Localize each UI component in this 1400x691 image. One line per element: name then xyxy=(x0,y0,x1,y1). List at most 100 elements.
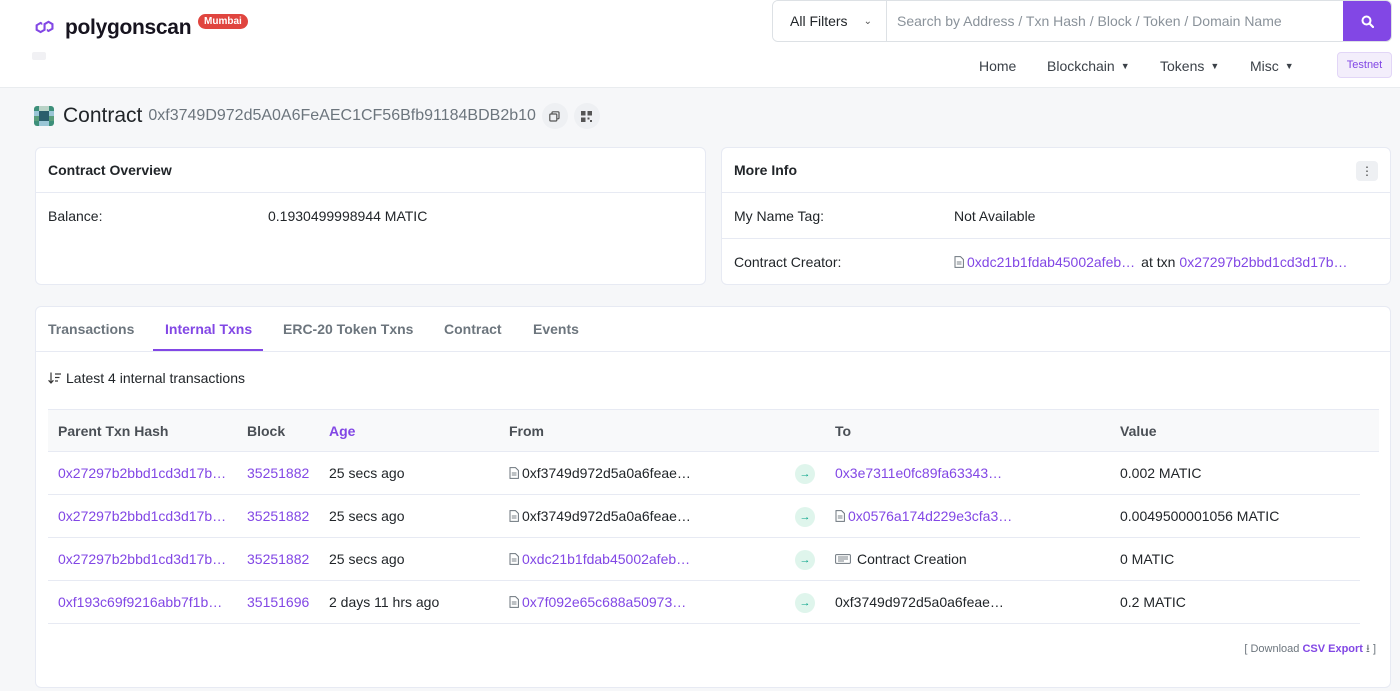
value-cell: 0 MATIC xyxy=(1120,551,1175,567)
contract-doc-icon xyxy=(509,553,519,565)
chevron-down-icon: ⌄ xyxy=(863,15,872,27)
tab-events[interactable]: Events xyxy=(533,321,579,337)
search-input[interactable] xyxy=(887,1,1343,41)
parent-txn-hash-link[interactable]: 0x27297b2bbd1cd3d17b… xyxy=(58,551,226,567)
chevron-down-icon: ▼ xyxy=(1284,61,1294,71)
name-tag-row: My Name Tag: Not Available xyxy=(722,193,1390,239)
nav-misc-label: Misc xyxy=(1250,58,1279,74)
tab-erc20-token-txns[interactable]: ERC-20 Token Txns xyxy=(283,321,413,337)
col-parent-txn-hash: Parent Txn Hash xyxy=(58,423,169,439)
polygon-logo-icon xyxy=(35,20,54,34)
tab-internal-txns[interactable]: Internal Txns xyxy=(165,321,252,337)
brand-logo[interactable]: polygonscan xyxy=(34,14,192,42)
contract-address: 0xf3749D972d5A0A6FeAEC1CF56Bfb91184BDB2b… xyxy=(148,107,536,124)
block-link[interactable]: 35251882 xyxy=(247,508,309,524)
contract-doc-icon xyxy=(509,510,519,522)
from-address: 0xf3749d972d5a0a6feae… xyxy=(522,465,691,481)
main-nav: Home Blockchain ▼ Tokens ▼ Misc ▼ Testne… xyxy=(0,52,1400,80)
name-tag-label: My Name Tag: xyxy=(734,207,824,224)
nav-home[interactable]: Home xyxy=(979,58,1016,74)
more-info-card: More Info ⋮ My Name Tag: Not Available C… xyxy=(721,147,1391,285)
tab-transactions[interactable]: Transactions xyxy=(48,321,134,337)
creator-row: Contract Creator: 0xdc21b1fdab45002afeb…… xyxy=(722,239,1390,285)
value-cell: 0.002 MATIC xyxy=(1120,465,1202,481)
to-address-link[interactable]: 0x0576a174d229e3cfa3… xyxy=(848,508,1012,524)
to-cell: Contract Creation xyxy=(835,551,967,567)
nav-home-label: Home xyxy=(979,58,1017,74)
qr-code-button[interactable] xyxy=(573,103,600,129)
card-title: Contract Overview xyxy=(36,148,705,193)
page-title: Contract 0xf3749D972d5A0A6FeAEC1CF56Bfb9… xyxy=(34,102,600,130)
block-link[interactable]: 35251882 xyxy=(247,551,309,567)
creator-address-link[interactable]: 0xdc21b1fdab45002afeb… xyxy=(967,254,1135,270)
creator-label: Contract Creator: xyxy=(734,254,842,270)
contract-doc-icon xyxy=(509,467,519,479)
col-age[interactable]: Age xyxy=(329,423,355,439)
nav-blockchain[interactable]: Blockchain ▼ xyxy=(1047,58,1130,74)
table-row: 0x27297b2bbd1cd3d17b… 35251882 25 secs a… xyxy=(48,452,1360,495)
nav-misc[interactable]: Misc ▼ xyxy=(1250,58,1294,74)
contract-creation-label: Contract Creation xyxy=(857,551,967,567)
nav-tokens-label: Tokens xyxy=(1160,58,1205,74)
from-cell: 0xf3749d972d5a0a6feae… xyxy=(509,465,691,481)
more-options-button[interactable]: ⋮ xyxy=(1356,161,1378,181)
creator-value: 0xdc21b1fdab45002afeb… at txn 0x27297b2b… xyxy=(954,254,1348,270)
copy-address-button[interactable] xyxy=(541,103,568,129)
arrow-right-icon: → xyxy=(795,550,815,570)
chevron-down-icon: ▼ xyxy=(1210,61,1220,71)
filter-label: All Filters xyxy=(790,13,848,29)
balance-value: 0.1930499998944 MATIC xyxy=(268,208,428,224)
search-icon xyxy=(1361,15,1374,28)
testnet-button[interactable]: Testnet xyxy=(1337,52,1392,78)
filter-select[interactable]: All Filters ⌄ xyxy=(773,1,887,41)
nav-blockchain-label: Blockchain xyxy=(1047,58,1115,74)
name-tag-value: Not Available xyxy=(954,207,1036,224)
from-cell: 0xdc21b1fdab45002afeb… xyxy=(509,551,690,567)
search-button[interactable] xyxy=(1343,1,1391,41)
brand-name: polygonscan xyxy=(65,16,192,39)
nav-tokens[interactable]: Tokens ▼ xyxy=(1160,58,1219,74)
kebab-icon: ⋮ xyxy=(1361,164,1373,178)
to-cell: 0x0576a174d229e3cfa3… xyxy=(835,508,1012,524)
block-link[interactable]: 35251882 xyxy=(247,465,309,481)
title-label: Contract xyxy=(63,104,143,127)
parent-txn-hash-link[interactable]: 0xf193c69f9216abb7f1b… xyxy=(58,594,222,610)
tab-contract[interactable]: Contract xyxy=(444,321,502,337)
arrow-right-icon: → xyxy=(795,464,815,484)
from-address-link[interactable]: 0xdc21b1fdab45002afeb… xyxy=(522,551,690,567)
search-bar: All Filters ⌄ xyxy=(772,0,1392,42)
arrow-right-icon: → xyxy=(795,507,815,527)
network-badge: Mumbai xyxy=(198,14,248,29)
age-cell: 25 secs ago xyxy=(329,551,405,567)
sort-icon xyxy=(48,372,61,384)
creator-txn-link[interactable]: 0x27297b2bbd1cd3d17b… xyxy=(1179,254,1347,270)
to-address: 0xf3749d972d5a0a6feae… xyxy=(835,594,1004,610)
block-link[interactable]: 35151696 xyxy=(247,594,309,610)
active-tab-indicator xyxy=(153,349,263,351)
export-prefix: [ Download xyxy=(1244,643,1300,655)
table-header: Parent Txn Hash Block Age From To Value xyxy=(48,409,1379,452)
balance-label: Balance: xyxy=(48,208,103,224)
age-cell: 25 secs ago xyxy=(329,508,405,524)
copy-icon xyxy=(549,110,561,122)
parent-txn-hash-link[interactable]: 0x27297b2bbd1cd3d17b… xyxy=(58,508,226,524)
value-cell: 0.2 MATIC xyxy=(1120,594,1186,610)
parent-txn-hash-link[interactable]: 0x27297b2bbd1cd3d17b… xyxy=(58,465,226,481)
from-cell: 0xf3749d972d5a0a6feae… xyxy=(509,508,691,524)
table-row: 0xf193c69f9216abb7f1b… 35151696 2 days 1… xyxy=(48,581,1360,624)
csv-export-link[interactable]: CSV Export xyxy=(1302,643,1363,655)
to-address-link[interactable]: 0x3e7311e0fc89fa63343… xyxy=(835,465,1002,481)
from-address-link[interactable]: 0x7f092e65c688a50973… xyxy=(522,594,686,610)
col-to: To xyxy=(835,423,852,439)
csv-export: [ Download CSV Export ⭳ ] xyxy=(1244,640,1376,659)
value-cell: 0.0049500001056 MATIC xyxy=(1120,508,1280,524)
tab-bar: Transactions Internal Txns ERC-20 Token … xyxy=(36,307,1390,352)
address-identicon xyxy=(34,106,54,126)
arrow-right-icon: → xyxy=(795,593,815,613)
card-title: More Info xyxy=(722,148,1390,193)
txn-summary: Latest 4 internal transactions xyxy=(48,370,245,386)
contract-doc-icon xyxy=(954,256,964,268)
age-cell: 25 secs ago xyxy=(329,465,405,481)
download-icon: ⭳ xyxy=(1366,643,1370,655)
age-cell: 2 days 11 hrs ago xyxy=(329,594,440,610)
